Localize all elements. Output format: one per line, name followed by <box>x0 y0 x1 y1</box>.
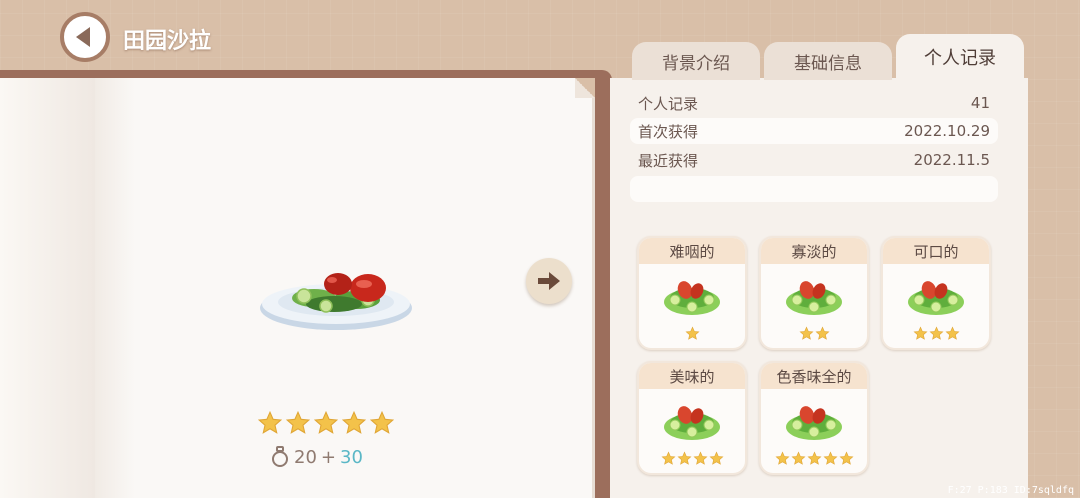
quality-card-stars <box>639 326 745 341</box>
quality-card-stars <box>883 326 989 341</box>
debug-info: F:27 P:183 ID:7sqldfq <box>947 485 1074 496</box>
star-icon <box>838 451 854 465</box>
quality-card[interactable]: 难咽的 <box>637 236 747 350</box>
star-icon <box>676 451 692 465</box>
star-icon <box>708 451 724 465</box>
price-base: 20 <box>294 446 317 468</box>
salad-dish-image <box>260 273 412 330</box>
star-icon <box>774 451 790 465</box>
quality-card-stars <box>761 451 867 466</box>
salad-icon <box>786 406 842 440</box>
star-icon <box>944 326 960 340</box>
quality-card-label: 美味的 <box>639 363 745 389</box>
record-label: 首次获得 <box>638 122 699 141</box>
star-icon <box>692 451 708 465</box>
price-bonus: 30 <box>340 446 363 468</box>
page-title: 田园沙拉 <box>123 29 212 54</box>
salad-icon <box>786 281 842 315</box>
salad-icon <box>908 281 964 315</box>
quality-card[interactable]: 美味的 <box>637 361 747 475</box>
star-icon <box>285 410 311 434</box>
quality-card[interactable]: 色香味全的 <box>759 361 869 475</box>
record-value: 41 <box>970 94 990 112</box>
tab-basic-info[interactable]: 基础信息 <box>764 42 892 80</box>
record-value: 2022.10.29 <box>904 122 990 140</box>
quality-card-label: 色香味全的 <box>761 363 867 389</box>
quality-card-label: 难咽的 <box>639 238 745 264</box>
tab-background[interactable]: 背景介绍 <box>632 42 760 80</box>
salad-icon <box>664 281 720 315</box>
back-button[interactable] <box>60 12 110 62</box>
star-icon <box>257 410 283 434</box>
star-icon <box>912 326 928 340</box>
salad-icon <box>664 406 720 440</box>
star-icon <box>798 326 814 340</box>
page-fold-corner <box>575 78 595 98</box>
star-icon <box>822 451 838 465</box>
record-label: 最近获得 <box>638 151 699 170</box>
star-icon <box>684 326 700 340</box>
star-icon <box>806 451 822 465</box>
arrow-right-icon <box>538 272 560 290</box>
star-icon <box>814 326 830 340</box>
dish-star-rating <box>256 410 396 438</box>
record-row-first: 首次获得 2022.10.29 <box>630 118 998 144</box>
record-row-count: 个人记录 41 <box>630 90 998 116</box>
next-page-button[interactable] <box>526 258 572 304</box>
quality-card-stars <box>639 451 745 466</box>
back-arrow-icon <box>76 27 90 47</box>
star-icon <box>928 326 944 340</box>
price-row: 20 + 30 <box>270 445 390 469</box>
tab-personal-record[interactable]: 个人记录 <box>896 34 1024 80</box>
quality-card-label: 可口的 <box>883 238 989 264</box>
quality-card-stars <box>761 326 867 341</box>
weight-icon <box>272 446 288 467</box>
star-icon <box>313 410 339 434</box>
star-icon <box>369 410 395 434</box>
quality-card-label: 寡淡的 <box>761 238 867 264</box>
quality-card[interactable]: 可口的 <box>881 236 991 350</box>
record-row-latest: 最近获得 2022.11.5 <box>630 147 998 173</box>
record-row-empty <box>630 176 998 202</box>
record-value: 2022.11.5 <box>913 151 990 169</box>
record-label: 个人记录 <box>638 94 699 113</box>
price-plus: + <box>320 446 336 468</box>
quality-card[interactable]: 寡淡的 <box>759 236 869 350</box>
star-icon <box>790 451 806 465</box>
star-icon <box>660 451 676 465</box>
book-left-page <box>0 78 95 498</box>
star-icon <box>341 410 367 434</box>
